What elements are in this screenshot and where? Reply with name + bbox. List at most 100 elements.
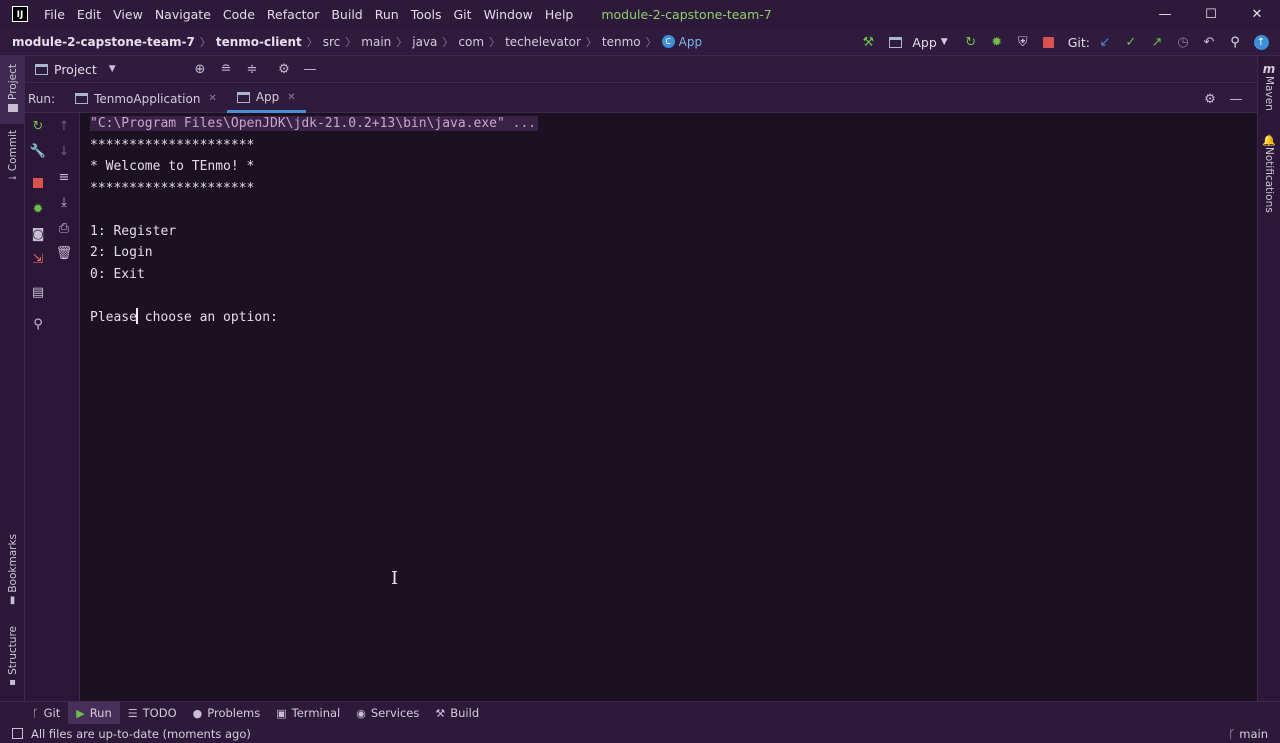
close-icon[interactable]: ✕ bbox=[287, 92, 295, 103]
trash-icon[interactable]: 🗑 bbox=[51, 243, 77, 263]
stop-icon[interactable] bbox=[1038, 31, 1060, 53]
expand-all-icon[interactable]: ≘ bbox=[213, 62, 239, 77]
hide-icon[interactable]: — bbox=[297, 62, 323, 77]
debug-icon[interactable]: ✹ bbox=[25, 199, 51, 219]
menu-code[interactable]: Code bbox=[217, 7, 261, 22]
breadcrumb-com[interactable]: com bbox=[458, 35, 484, 49]
wrench-icon[interactable]: 🔧 bbox=[25, 141, 51, 161]
search-icon[interactable]: ⚲ bbox=[1224, 31, 1246, 53]
bookmarks-tool-tab[interactable]: Bookmarks ▮ bbox=[0, 534, 25, 606]
tool-tab-label: TODO bbox=[142, 706, 177, 720]
menu-git[interactable]: Git bbox=[448, 7, 478, 22]
gear-icon[interactable]: ⚙ bbox=[1197, 92, 1223, 107]
breadcrumb-module[interactable]: tenmo-client bbox=[216, 35, 302, 49]
menu-refactor[interactable]: Refactor bbox=[261, 7, 325, 22]
menu-build[interactable]: Build bbox=[325, 7, 368, 22]
hide-icon[interactable]: — bbox=[1223, 92, 1249, 107]
hammer-icon[interactable]: ⚒ bbox=[857, 31, 879, 53]
list-icon: ☰ bbox=[127, 706, 138, 720]
pin-icon[interactable]: ⚲ bbox=[25, 314, 51, 334]
menu-navigate[interactable]: Navigate bbox=[149, 7, 217, 22]
menu-edit[interactable]: Edit bbox=[71, 7, 107, 22]
status-message[interactable]: All files are up-to-date (moments ago) bbox=[31, 727, 251, 741]
close-button[interactable]: ✕ bbox=[1234, 0, 1280, 28]
play-icon: ▶ bbox=[76, 706, 85, 720]
exit-icon[interactable]: ⇲ bbox=[25, 249, 51, 269]
run-configuration-selector[interactable]: App ▼ bbox=[889, 34, 948, 50]
debug-icon[interactable]: ✹ bbox=[986, 31, 1008, 53]
tool-tab-run[interactable]: ▶ Run bbox=[68, 701, 120, 725]
breadcrumb-app-class[interactable]: App bbox=[679, 35, 702, 49]
rollback-icon[interactable]: ↶ bbox=[1198, 31, 1220, 53]
commit-tool-label: Commit bbox=[6, 130, 19, 172]
menu-tools[interactable]: Tools bbox=[405, 7, 448, 22]
locate-icon[interactable]: ⊕ bbox=[187, 62, 213, 77]
chevron-down-icon: ▼ bbox=[108, 64, 116, 74]
breadcrumb-main[interactable]: main bbox=[361, 35, 391, 49]
chevron-right-icon: 〉 bbox=[645, 35, 657, 49]
scroll-to-end-icon[interactable]: ⤓ bbox=[51, 192, 77, 212]
navigation-bar: module-2-capstone-team-7 〉 tenmo-client … bbox=[0, 28, 1280, 56]
tool-tab-build[interactable]: ⚒ Build bbox=[427, 702, 487, 725]
print-icon[interactable]: ⎙ bbox=[51, 218, 77, 238]
project-tool-tab[interactable]: Project bbox=[0, 56, 25, 124]
breadcrumb-techelevator[interactable]: techelevator bbox=[505, 35, 581, 49]
structure-icon: ▪ bbox=[9, 676, 16, 688]
coverage-icon[interactable]: ⛨ bbox=[1012, 31, 1034, 53]
close-icon[interactable]: ✕ bbox=[208, 93, 216, 104]
tool-tab-problems[interactable]: ● Problems bbox=[185, 702, 269, 725]
tool-tab-git[interactable]: ᚴ Git bbox=[24, 702, 68, 725]
tool-tab-terminal[interactable]: ▣ Terminal bbox=[268, 702, 348, 725]
commit-tool-tab[interactable]: Commit ⊸ bbox=[0, 130, 25, 192]
run-tab-tenmoapplication[interactable]: TenmoApplication ✕ bbox=[65, 85, 227, 113]
console-line: 1: Register bbox=[90, 223, 177, 239]
run-console[interactable]: "C:\Program Files\OpenJDK\jdk-21.0.2+13\… bbox=[80, 113, 1257, 701]
project-panel-header: Project ▼ ⊕ ≘ ≑ ⚙ — bbox=[25, 56, 1257, 83]
structure-tool-tab[interactable]: Structure ▪ bbox=[0, 626, 25, 692]
java-class-icon: C bbox=[661, 35, 675, 48]
menu-window[interactable]: Window bbox=[478, 7, 539, 22]
camera-icon[interactable]: ◙ bbox=[25, 224, 51, 244]
soft-wrap-icon[interactable]: ≡ bbox=[51, 167, 77, 187]
stop-icon[interactable] bbox=[25, 173, 51, 193]
left-tool-stripe: Project Commit ⊸ Bookmarks ▮ Structure ▪ bbox=[0, 56, 25, 701]
chevron-right-icon: 〉 bbox=[585, 35, 597, 49]
maximize-button[interactable]: ☐ bbox=[1188, 0, 1234, 28]
collapse-all-icon[interactable]: ≑ bbox=[239, 62, 265, 77]
menu-help[interactable]: Help bbox=[539, 7, 580, 22]
menu-run[interactable]: Run bbox=[369, 7, 405, 22]
rerun-icon[interactable]: ↻ bbox=[960, 31, 982, 53]
chevron-right-icon: 〉 bbox=[199, 35, 211, 49]
menu-file[interactable]: File bbox=[38, 7, 71, 22]
breadcrumb-tenmo[interactable]: tenmo bbox=[602, 35, 641, 49]
run-configuration-label: App bbox=[912, 34, 937, 50]
gear-icon[interactable]: ⚙ bbox=[271, 62, 297, 77]
tool-windows-icon[interactable] bbox=[12, 728, 23, 739]
arrow-down-icon[interactable]: ↓ bbox=[51, 141, 77, 161]
console-line: ********************* bbox=[90, 137, 255, 153]
hammer-icon: ⚒ bbox=[435, 706, 446, 720]
run-tab-app[interactable]: App ✕ bbox=[226, 85, 306, 113]
breadcrumb-src[interactable]: src bbox=[323, 35, 341, 49]
tool-window-bar: ᚴ Git ▶ Run ☰ TODO ● Problems ▣ Terminal… bbox=[0, 701, 1280, 725]
application-icon bbox=[889, 36, 903, 48]
layout-icon[interactable]: ▤ bbox=[25, 282, 51, 302]
tool-tab-todo[interactable]: ☰ TODO bbox=[120, 702, 185, 725]
git-update-icon[interactable]: ↙ bbox=[1094, 31, 1116, 53]
notifications-tool-tab[interactable]: 🔔 Notifications bbox=[1258, 134, 1280, 216]
history-icon[interactable]: ◷ bbox=[1172, 31, 1194, 53]
maven-icon: m bbox=[1262, 62, 1276, 76]
minimize-button[interactable]: — bbox=[1142, 0, 1188, 28]
git-branch-widget[interactable]: ᚴ main bbox=[1228, 724, 1268, 743]
update-icon[interactable]: ↑ bbox=[1250, 31, 1272, 53]
git-push-icon[interactable]: ↗ bbox=[1146, 31, 1168, 53]
breadcrumb-project[interactable]: module-2-capstone-team-7 bbox=[12, 35, 195, 49]
rerun-icon[interactable]: ↻ bbox=[25, 116, 51, 136]
project-view-selector[interactable]: Project ▼ bbox=[35, 62, 116, 77]
tool-tab-services[interactable]: ◉ Services bbox=[348, 702, 427, 725]
git-commit-icon[interactable]: ✓ bbox=[1120, 31, 1142, 53]
menu-view[interactable]: View bbox=[107, 7, 149, 22]
maven-tool-tab[interactable]: m Maven bbox=[1258, 62, 1280, 122]
breadcrumb-java[interactable]: java bbox=[412, 35, 437, 49]
arrow-up-icon[interactable]: ↑ bbox=[51, 116, 77, 136]
